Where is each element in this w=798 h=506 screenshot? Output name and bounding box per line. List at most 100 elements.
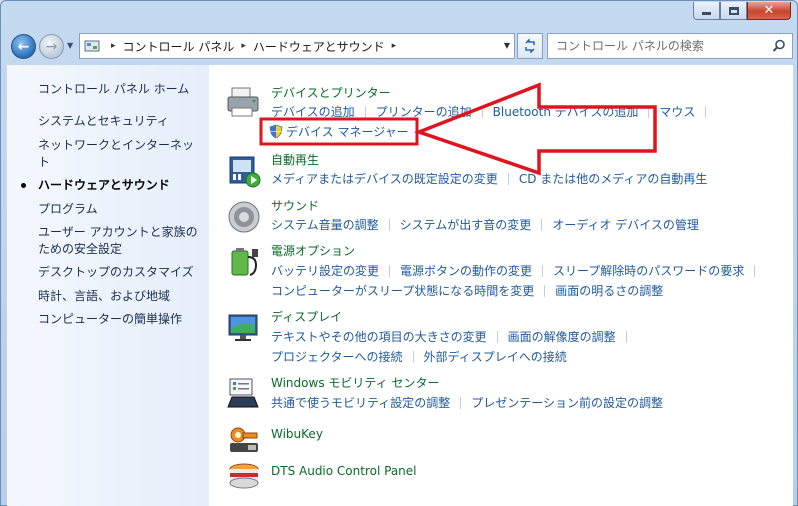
link-divider (388, 218, 390, 231)
navigation-bar: ← → ▼ ▸ コントロール パネル ▸ ハードウェアとサウンド ▸ ▼ (7, 30, 793, 62)
wibukey-icon[interactable] (226, 421, 262, 457)
link-divider (496, 330, 498, 343)
display-title[interactable]: ディスプレイ (271, 308, 342, 325)
manage-audio-devices-link[interactable]: オーディオ デバイスの管理 (552, 216, 699, 233)
forward-arrow-icon: → (45, 38, 58, 55)
connect-projector-link[interactable]: プロジェクターへの接続 (271, 348, 403, 365)
power-task-row-2: コンピューターがスリープ状態になる時間を変更 画面の明るさの調整 (271, 282, 663, 299)
power-task-row-1: バッテリ設定の変更 電源ボタンの動作の変更 スリープ解除時のパスワードの要求 (271, 262, 765, 279)
address-bar[interactable]: ▸ コントロール パネル ▸ ハードウェアとサウンド ▸ ▼ (79, 33, 515, 59)
maximize-icon (728, 6, 739, 15)
adjust-presentation-settings-link[interactable]: プレゼンテーション前の設定の調整 (471, 394, 663, 411)
display-task-row-1: テキストやその他の項目の大きさの変更 画面の解像度の調整 (271, 328, 637, 345)
adjust-screen-resolution-link[interactable]: 画面の解像度の調整 (508, 328, 616, 345)
link-divider (754, 264, 756, 277)
link-divider (648, 105, 650, 118)
link-divider (507, 172, 509, 185)
sidebar-item-ease-of-access[interactable]: コンピューターの簡単操作 (38, 311, 182, 328)
recent-pages-dropdown-icon[interactable]: ▼ (67, 41, 73, 50)
sound-task-row: システム音量の調整 システムが出す音の変更 オーディオ デバイスの管理 (271, 216, 699, 233)
breadcrumb-control-panel[interactable]: コントロール パネル (123, 38, 235, 55)
refresh-button[interactable] (517, 33, 543, 59)
device-manager-link[interactable]: デバイス マネージャー (286, 123, 409, 140)
mobility-task-row: 共通で使うモビリティ設定の調整 プレゼンテーション前の設定の調整 (271, 394, 663, 411)
sidebar: コントロール パネル ホーム システムとセキュリティ ネットワークとインターネッ… (7, 65, 209, 506)
power-options-title[interactable]: 電源オプション (271, 242, 355, 259)
sidebar-home-link[interactable]: コントロール パネル ホーム (38, 81, 189, 98)
link-divider (542, 264, 544, 277)
sidebar-item-clock-region[interactable]: 時計、言語、および地域 (38, 288, 170, 305)
sidebar-item-system-security[interactable]: システムとセキュリティ (38, 113, 169, 130)
breadcrumb-separator[interactable]: ▸ (241, 41, 246, 51)
sidebar-item-user-accounts-1[interactable]: ユーザー アカウントと家族の (38, 224, 198, 241)
require-password-on-wake-link[interactable]: スリープ解除時のパスワードの要求 (553, 262, 744, 279)
change-text-size-link[interactable]: テキストやその他の項目の大きさの変更 (271, 328, 487, 345)
adjust-mobility-settings-link[interactable]: 共通で使うモビリティ設定の調整 (271, 394, 450, 411)
minimize-button[interactable] (693, 2, 720, 20)
add-printer-link[interactable]: プリンターの追加 (376, 103, 472, 120)
sidebar-item-personalization[interactable]: デスクトップのカスタマイズ (38, 264, 194, 281)
caption-buttons: ✕ (693, 2, 791, 20)
control-panel-icon (84, 40, 100, 52)
breadcrumb-hardware-sound[interactable]: ハードウェアとサウンド (253, 38, 385, 55)
dts-audio-control-panel-title[interactable]: DTS Audio Control Panel (271, 464, 417, 478)
link-divider (460, 396, 462, 409)
breadcrumb-separator[interactable]: ▸ (392, 41, 397, 51)
back-arrow-icon: ← (17, 38, 30, 55)
breadcrumb-separator[interactable]: ▸ (111, 41, 116, 51)
search-box[interactable] (547, 33, 793, 59)
devices-printers-title[interactable]: デバイスとプリンター (271, 84, 391, 101)
search-icon[interactable] (772, 39, 786, 53)
close-icon: ✕ (763, 3, 775, 18)
change-default-media-settings-link[interactable]: メディアまたはデバイスの既定設定の変更 (271, 170, 498, 187)
display-monitor-icon[interactable] (226, 309, 262, 345)
adjust-screen-brightness-link[interactable]: 画面の明るさの調整 (555, 282, 663, 299)
client-area: コントロール パネル ホーム システムとセキュリティ ネットワークとインターネッ… (7, 65, 793, 506)
link-divider (389, 264, 391, 277)
change-power-button-link[interactable]: 電源ボタンの動作の変更 (400, 262, 532, 279)
search-input[interactable] (556, 39, 761, 53)
link-divider (541, 218, 543, 231)
close-button[interactable]: ✕ (747, 2, 791, 20)
forward-button[interactable]: → (39, 34, 64, 59)
control-panel-window: ✕ ← → ▼ ▸ コントロール パネル ▸ ハードウェアとサウンド ▸ ▼ コ… (0, 0, 798, 506)
add-device-link[interactable]: デバイスの追加 (271, 103, 355, 120)
sidebar-item-user-accounts-2[interactable]: ための安全設定 (38, 241, 122, 258)
link-divider (544, 284, 546, 297)
minimize-icon (702, 12, 711, 15)
change-system-sounds-link[interactable]: システムが出す音の変更 (400, 216, 532, 233)
sidebar-item-network-2[interactable]: ト (38, 154, 50, 171)
autoplay-cd-link[interactable]: CD または他のメディアの自動再生 (519, 170, 708, 187)
speaker-icon[interactable] (226, 199, 262, 235)
devices-task-row: デバイスの追加 プリンターの追加 Bluetooth デバイスの追加 マウス (271, 103, 716, 120)
link-divider (481, 105, 483, 118)
mobility-center-title[interactable]: Windows モビリティ センター (271, 374, 439, 391)
mouse-link[interactable]: マウス (659, 103, 695, 120)
connect-external-display-link[interactable]: 外部ディスプレイへの接続 (424, 348, 567, 365)
autoplay-task-row: メディアまたはデバイスの既定設定の変更 CD または他のメディアの自動再生 (271, 170, 707, 187)
printer-icon[interactable] (226, 84, 262, 120)
sidebar-item-network-1[interactable]: ネットワークとインターネッ (38, 137, 194, 154)
power-battery-icon[interactable] (226, 243, 262, 279)
back-button[interactable]: ← (11, 34, 36, 59)
link-divider (625, 330, 627, 343)
dts-audio-icon[interactable] (226, 459, 262, 495)
main-panel: デバイスとプリンター デバイスの追加 プリンターの追加 Bluetooth デバ… (209, 65, 793, 506)
autoplay-title[interactable]: 自動再生 (271, 151, 319, 168)
autoplay-icon[interactable] (226, 153, 262, 189)
change-battery-settings-link[interactable]: バッテリ設定の変更 (271, 262, 379, 279)
device-manager-row: デバイス マネージャー (269, 123, 409, 140)
sidebar-item-hardware-sound: ハードウェアとサウンド (38, 178, 170, 192)
sound-title[interactable]: サウンド (271, 197, 319, 214)
sidebar-item-programs[interactable]: プログラム (38, 201, 98, 218)
link-divider (364, 105, 366, 118)
maximize-button[interactable] (720, 2, 747, 20)
mobility-center-icon[interactable] (226, 375, 262, 411)
link-divider (412, 350, 414, 363)
adjust-system-volume-link[interactable]: システム音量の調整 (271, 216, 379, 233)
address-dropdown-icon[interactable]: ▼ (504, 41, 510, 50)
add-bluetooth-device-link[interactable]: Bluetooth デバイスの追加 (493, 103, 639, 120)
refresh-icon (525, 39, 535, 53)
change-sleep-time-link[interactable]: コンピューターがスリープ状態になる時間を変更 (271, 282, 534, 299)
wibukey-title[interactable]: WibuKey (271, 427, 323, 441)
